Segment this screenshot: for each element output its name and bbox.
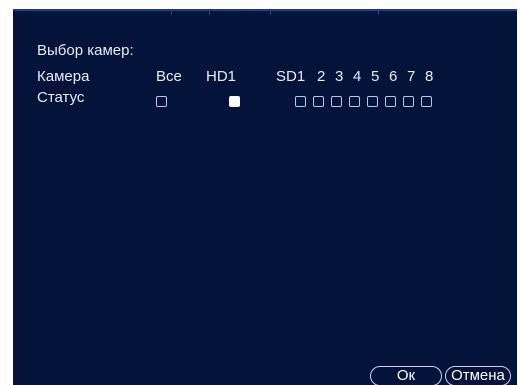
all-column-label: Все <box>156 68 182 85</box>
channel-label: 6 <box>389 68 398 85</box>
channel-label: 3 <box>335 68 344 85</box>
channel-label: 2 <box>317 68 326 85</box>
camera-selection-panel: Выбор камер: Камера Все HD1 SD1 2 3 4 5 … <box>13 9 517 385</box>
sd2-checkbox[interactable] <box>313 96 324 107</box>
sd7-checkbox[interactable] <box>403 96 414 107</box>
sd1-checkbox[interactable] <box>295 96 306 107</box>
sd1-column-label: SD1 <box>276 68 306 85</box>
hd1-column-label: HD1 <box>206 68 237 85</box>
channel-label: 8 <box>425 68 434 85</box>
ok-button[interactable]: Ок <box>370 366 442 385</box>
camera-row-label: Камера <box>37 68 90 85</box>
sd6-checkbox[interactable] <box>385 96 396 107</box>
channel-label: 7 <box>407 68 416 85</box>
all-checkbox[interactable] <box>156 96 167 107</box>
sd8-checkbox[interactable] <box>421 96 432 107</box>
cancel-button[interactable]: Отмена <box>445 366 511 385</box>
channel-label: 4 <box>353 68 362 85</box>
channel-label: 5 <box>371 68 380 85</box>
hd1-checkbox[interactable] <box>229 96 240 107</box>
top-divider-tick <box>171 11 172 15</box>
sd4-checkbox[interactable] <box>349 96 360 107</box>
status-row-label: Статус <box>37 89 85 106</box>
sd3-checkbox[interactable] <box>331 96 342 107</box>
top-divider-tick <box>378 11 379 15</box>
sd5-checkbox[interactable] <box>367 96 378 107</box>
dialog-title: Выбор камер: <box>37 42 134 59</box>
top-divider-tick <box>270 11 271 15</box>
top-divider-tick <box>209 11 210 15</box>
